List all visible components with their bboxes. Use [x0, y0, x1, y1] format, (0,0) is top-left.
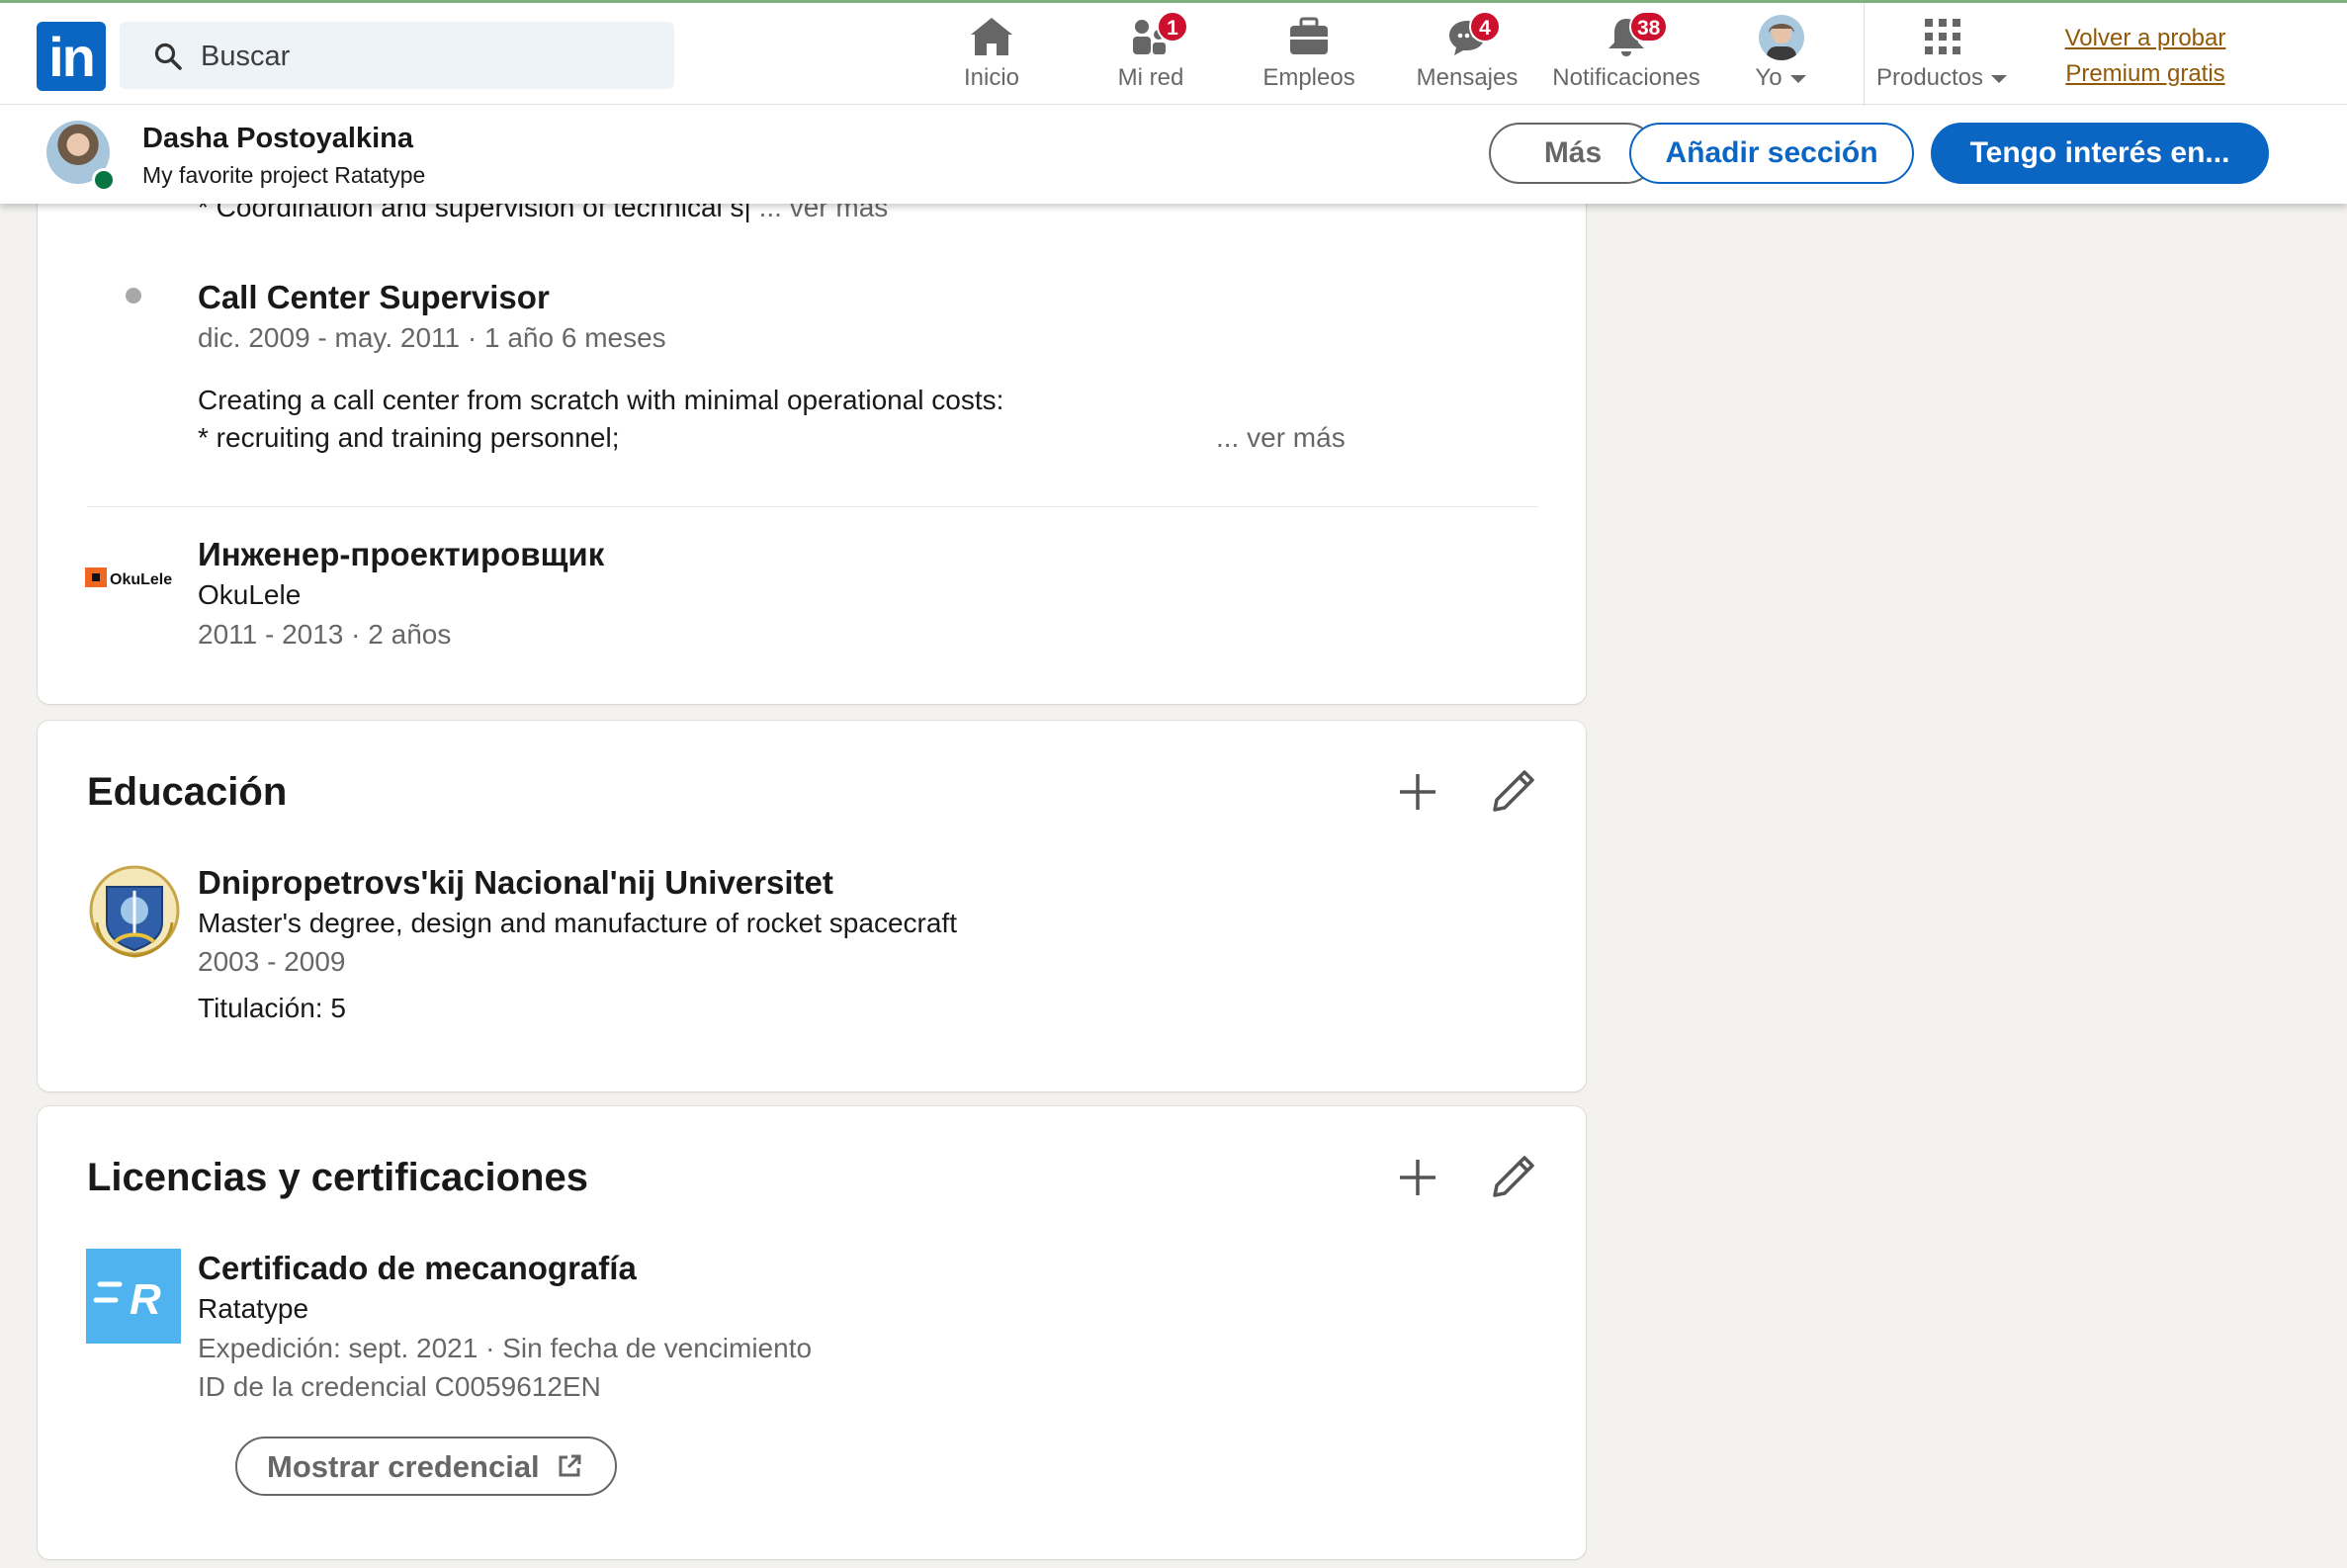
nav-item-productos[interactable]: Productos [1869, 15, 2017, 98]
see-more-link[interactable]: ... ver más [1216, 422, 1346, 454]
nav-label: Mi red [1117, 64, 1184, 91]
company-name: OkuLele [198, 579, 302, 610]
caret-down-icon [1991, 74, 2008, 83]
edit-education-button[interactable] [1481, 760, 1544, 824]
nav-label: Mensajes [1416, 64, 1519, 91]
ratatype-logo-letter: R [130, 1275, 161, 1324]
search-box[interactable] [120, 22, 674, 91]
notification-badge: 4 [1469, 11, 1501, 43]
issuer: Ratatype [198, 1293, 309, 1324]
profile-name: Dasha Postoyalkina [142, 123, 413, 154]
edit-license-button[interactable] [1481, 1146, 1544, 1209]
global-nav: in Inicio 1 Mi red Empleos 4 Mensajes [0, 0, 2347, 106]
external-link-icon [559, 1454, 581, 1477]
messaging-icon: 4 [1412, 11, 1522, 58]
education-dates: 2003 - 2009 [198, 946, 346, 977]
credential-id: ID de la credencial C0059612EN [198, 1371, 601, 1402]
grade: Titulación: 5 [198, 993, 346, 1023]
nav-item-empleos[interactable]: Empleos [1254, 15, 1364, 98]
licenses-card: Licencias y certificaciones R Certificad… [38, 1106, 1586, 1559]
certificate-name: Certificado de mecanografía [198, 1250, 637, 1286]
role-description-line: * recruiting and training personnel; [198, 422, 620, 453]
home-icon [944, 15, 1039, 58]
university-logo[interactable] [85, 863, 184, 962]
role-dates: dic. 2009 - may. 2011 · 1 año 6 meses [198, 322, 666, 353]
section-title: Educación [87, 770, 288, 814]
section-title: Licencias y certificaciones [87, 1156, 588, 1199]
nav-item-notificaciones[interactable]: 38 Notificaciones [1542, 11, 1710, 98]
school-name[interactable]: Dnipropetrovs'kij Nacional'nij Universit… [198, 864, 833, 902]
caret-down-icon [1789, 74, 1806, 83]
button-label: Mostrar credencial [267, 1449, 540, 1484]
nav-label: Yo [1740, 64, 1823, 92]
notification-badge: 1 [1157, 11, 1188, 43]
okulele-logo-text: OkuLele [110, 571, 172, 588]
premium-line: Volver a probar [2064, 25, 2226, 51]
search-icon [153, 42, 183, 76]
sticky-profile-bar: Dasha Postoyalkina My favorite project R… [0, 105, 2347, 204]
education-card: Educación Dnipropetrovs'kij Nacional'nij… [38, 721, 1586, 1091]
add-education-button[interactable] [1386, 760, 1449, 824]
plus-icon [1400, 1160, 1435, 1195]
pencil-icon [1493, 1156, 1534, 1197]
search-input[interactable] [199, 22, 657, 91]
open-to-button[interactable]: Tengo interés en... [1931, 123, 2269, 184]
show-credential-button[interactable]: Mostrar credencial [235, 1437, 617, 1496]
profile-headline: My favorite project Ratatype [142, 162, 426, 188]
premium-link[interactable]: Volver a probar Premium gratis [2027, 21, 2264, 92]
plus-icon [1400, 774, 1435, 810]
nav-item-yo[interactable]: Yo [1740, 15, 1823, 98]
nav-item-mensajes[interactable]: 4 Mensajes [1412, 11, 1522, 98]
issue-date: Expedición: sept. 2021 · Sin fecha de ve… [198, 1333, 813, 1363]
nav-divider [1864, 3, 1865, 106]
nav-item-inicio[interactable]: Inicio [944, 15, 1039, 98]
avatar [1740, 15, 1823, 60]
grid-icon [1869, 15, 2017, 58]
linkedin-logo[interactable]: in [37, 22, 106, 91]
degree: Master's degree, design and manufacture … [198, 908, 957, 938]
entry-divider [87, 506, 1538, 507]
okulele-logo[interactable]: OkuLele [85, 564, 184, 591]
notification-badge: 38 [1629, 11, 1669, 43]
add-section-button[interactable]: Añadir sección [1629, 123, 1914, 184]
nav-label: Empleos [1262, 64, 1355, 91]
nav-label: Productos [1869, 64, 2017, 92]
nav-label: Notificaciones [1552, 64, 1700, 91]
nav-label: Inicio [963, 64, 1020, 91]
nav-item-mi-red[interactable]: 1 Mi red [1103, 11, 1198, 98]
position-title: Инженер-проектировщик [198, 536, 605, 572]
role-title: Call Center Supervisor [198, 279, 550, 315]
ratatype-logo[interactable]: R [86, 1249, 181, 1344]
pencil-icon [1493, 770, 1534, 812]
bell-icon: 38 [1542, 11, 1710, 58]
network-icon: 1 [1103, 11, 1198, 58]
experience-card: * Coordination and supervision of techni… [38, 138, 1586, 704]
timeline-dot [126, 288, 141, 304]
online-status-dot [92, 168, 116, 192]
briefcase-icon [1254, 15, 1364, 58]
role-description-line: Creating a call center from scratch with… [198, 385, 1004, 415]
add-license-button[interactable] [1386, 1146, 1449, 1209]
premium-line: Premium gratis [2065, 60, 2225, 87]
position-dates: 2011 - 2013 · 2 años [198, 619, 452, 650]
